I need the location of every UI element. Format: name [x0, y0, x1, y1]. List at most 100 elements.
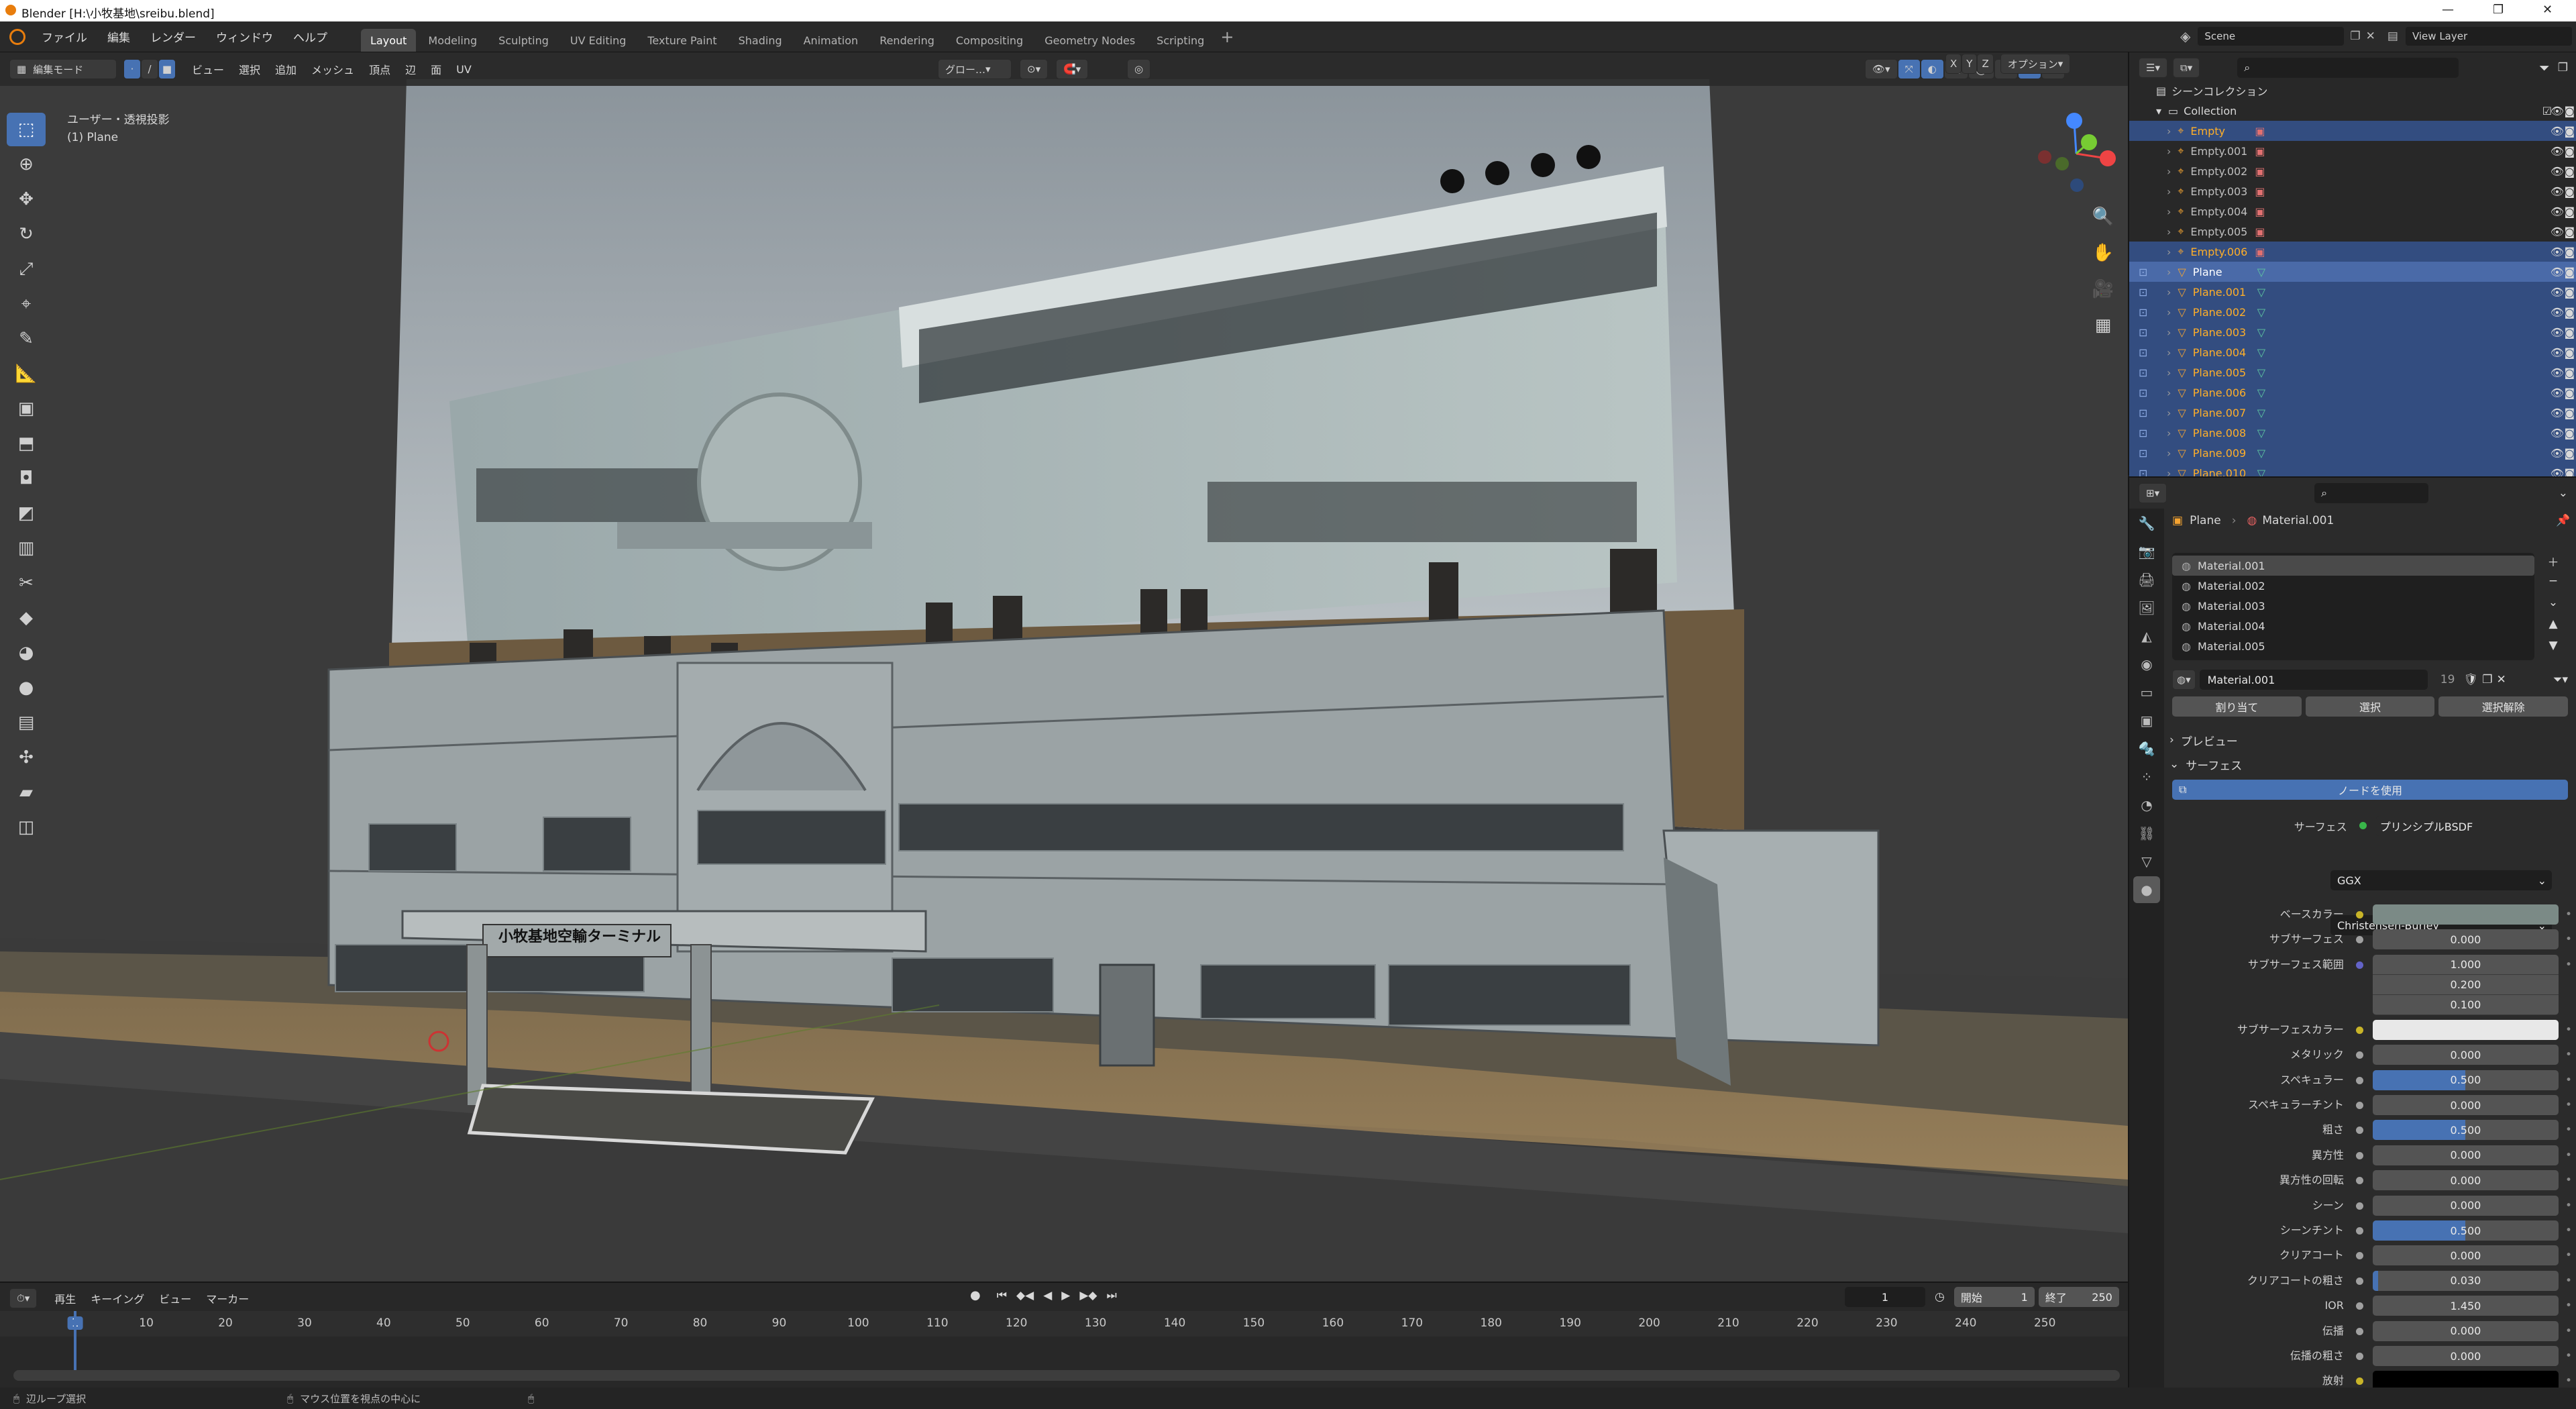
object-tab-icon[interactable]: ▣ [2133, 707, 2160, 734]
collection-row[interactable]: ▾ ▭ Collection ☑ 👁 ◙ [2129, 101, 2576, 121]
material-slot-item[interactable]: ◍ Material.004 [2172, 616, 2534, 636]
edit-mode-toggle-icon[interactable]: ⊡ [2139, 266, 2152, 278]
camera-render-icon[interactable]: ◙ [2564, 346, 2575, 359]
number-slider-field[interactable]: 0.000 [2372, 1195, 2559, 1216]
pin-icon[interactable]: 📌 [2556, 514, 2570, 527]
poly-build-icon[interactable]: ◆ [7, 601, 46, 635]
menu-item[interactable]: ヘルプ [293, 28, 327, 45]
number-slider-field[interactable]: 0.030 [2372, 1270, 2559, 1291]
menu-item[interactable]: ウィンドウ [216, 28, 273, 45]
current-frame-field[interactable]: 1 [1845, 1287, 1925, 1307]
camera-render-icon[interactable]: ◙ [2564, 246, 2575, 258]
use-nodes-button[interactable]: ⧉ ノードを使用 [2172, 780, 2568, 800]
color-swatch[interactable] [2372, 1019, 2559, 1040]
material-slot-item[interactable]: ◍ Material.001 [2172, 556, 2534, 576]
remove-slot-icon[interactable]: − [2540, 574, 2567, 596]
menu-item[interactable]: 編集 [107, 28, 130, 45]
edit-mode-toggle-icon[interactable]: ⊡ [2139, 346, 2152, 359]
workspace-tab[interactable]: Layout [361, 29, 417, 52]
viewport-menu-item[interactable]: 頂点 [369, 61, 390, 77]
expand-arrow-icon[interactable]: › [2167, 165, 2171, 178]
shear-icon[interactable]: ▰ [7, 776, 46, 809]
timeline-ruler[interactable]: 1102030405060708090100110120130140150160… [0, 1311, 2128, 1337]
scene-collection-row[interactable]: ▤ シーンコレクション [2129, 81, 2576, 101]
timeline-menu-item[interactable]: キーイング [91, 1290, 144, 1306]
expand-arrow-icon[interactable]: › [2167, 246, 2171, 258]
zoom-icon[interactable]: 🔍 [2086, 200, 2120, 233]
pan-hand-icon[interactable]: ✋ [2086, 236, 2120, 270]
visibility-eye-icon[interactable]: 👁 [2551, 205, 2564, 218]
timeline-menu-item[interactable]: 再生 [54, 1290, 76, 1306]
spin-icon[interactable]: ◕ [7, 636, 46, 670]
properties-options-icon[interactable]: ⌄ [2559, 486, 2568, 500]
outliner-item[interactable]: › ⌖ Empty.003 ▣ 👁 ◙ [2129, 181, 2576, 201]
unlink-material-icon[interactable]: ✕ [2496, 673, 2506, 686]
outliner-item[interactable]: ⊡ › ▽ Plane.007 ▽ 👁 ◙ [2129, 403, 2576, 423]
visibility-eye-icon[interactable]: 👁 [2551, 326, 2564, 339]
keyframe-dot-icon[interactable]: • [2565, 1196, 2572, 1216]
close-icon[interactable]: ✕ [2542, 3, 2553, 17]
distribution-dropdown[interactable]: GGX ⌄ [2330, 870, 2552, 890]
keyframe-dot-icon[interactable]: • [2565, 1170, 2572, 1190]
view-layer-tab-icon[interactable]: 🖼 [2133, 594, 2160, 621]
expand-arrow-icon[interactable]: › [2167, 407, 2171, 419]
play-reverse-icon[interactable]: ◀ [1043, 1289, 1052, 1302]
viewport-menu-item[interactable]: 面 [431, 61, 441, 77]
viewport-menu-item[interactable]: 追加 [275, 61, 297, 77]
expand-arrow-icon[interactable]: › [2167, 225, 2171, 238]
expand-arrow-icon[interactable]: › [2167, 306, 2171, 319]
gizmo-icon[interactable]: ⤧ [1897, 59, 1921, 79]
outliner-item[interactable]: ⊡ › ▽ Plane.004 ▽ 👁 ◙ [2129, 342, 2576, 362]
number-slider-field[interactable]: 0.500 [2372, 1120, 2559, 1141]
add-cube-icon[interactable]: ▣ [7, 392, 46, 425]
end-frame-field[interactable]: 終了 250 [2038, 1287, 2119, 1307]
properties-search-input[interactable]: ⌕ [2314, 483, 2429, 503]
number-slider-field[interactable]: 0.000 [2372, 929, 2559, 950]
outliner-item[interactable]: ⊡ › ▽ Plane ▽ 👁 ◙ [2129, 262, 2576, 282]
mirror-y-toggle[interactable]: Y [1962, 54, 1978, 74]
expand-arrow-icon[interactable]: › [2167, 366, 2171, 379]
camera-render-icon[interactable]: ◙ [2564, 185, 2575, 198]
image-data-icon[interactable]: ▣ [2255, 205, 2265, 218]
expand-arrow-icon[interactable]: › [2167, 125, 2171, 138]
deselect-button[interactable]: 選択解除 [2438, 696, 2569, 717]
viewport-menu-item[interactable]: 辺 [405, 61, 416, 77]
navigation-gizmo[interactable] [2033, 110, 2120, 197]
number-slider-field[interactable]: 1.450 [2372, 1296, 2559, 1316]
view-object-types-icon[interactable]: 👁▾ [1865, 59, 1898, 79]
keyframe-dot-icon[interactable]: • [2565, 929, 2572, 949]
start-frame-field[interactable]: 開始 1 [1953, 1287, 2035, 1307]
visibility-eye-icon[interactable]: 👁 [2551, 185, 2564, 198]
transform-icon[interactable]: ⌖ [7, 287, 46, 321]
visibility-eye-icon[interactable]: 👁 [2551, 386, 2564, 399]
outliner-item[interactable]: ⊡ › ▽ Plane.003 ▽ 👁 ◙ [2129, 322, 2576, 342]
camera-render-icon[interactable]: ◙ [2564, 225, 2575, 238]
visibility-eye-icon[interactable]: 👁 [2551, 225, 2564, 238]
mesh-data-icon[interactable]: ▽ [2257, 306, 2265, 319]
number-slider-field[interactable]: 0.500 [2372, 1069, 2559, 1090]
menu-item[interactable]: レンダー [150, 28, 196, 45]
transform-orientation[interactable]: グロー… ▾ [938, 59, 1012, 79]
surface-panel-header[interactable]: ⌄ サーフェス [2169, 754, 2572, 774]
mesh-data-icon[interactable]: ▽ [2257, 266, 2265, 278]
camera-render-icon[interactable]: ◙ [2564, 326, 2575, 339]
user-count[interactable]: 19 [2434, 673, 2461, 686]
mesh-data-icon[interactable]: ▽ [2257, 346, 2265, 359]
measure-icon[interactable]: 📐 [7, 357, 46, 390]
options-menu[interactable]: オプション ▾ [2000, 54, 2071, 74]
visibility-eye-icon[interactable]: 👁 [2551, 246, 2564, 258]
camera-render-icon[interactable]: ◙ [2564, 125, 2575, 138]
expand-arrow-icon[interactable]: › [2167, 447, 2171, 460]
edit-mode-toggle-icon[interactable]: ⊡ [2139, 306, 2152, 319]
rip-region-icon[interactable]: ◫ [7, 811, 46, 844]
outliner-editor-type-icon[interactable]: ☰▾ [2139, 58, 2167, 78]
keyframe-dot-icon[interactable]: • [2565, 904, 2572, 925]
blender-menu-icon[interactable] [9, 28, 25, 45]
particles-tab-icon[interactable]: ⁘ [2133, 764, 2160, 790]
playhead[interactable] [74, 1311, 76, 1378]
move-slot-down-icon[interactable]: ▼ [2540, 639, 2567, 660]
edit-mode-toggle-icon[interactable]: ⊡ [2139, 366, 2152, 379]
3d-viewport[interactable]: 小牧基地空輸ターミナル ▦ 編集モード · / ■ ビュー 選択 追加 メッシュ 頂点辺面… [0, 52, 2128, 1282]
keyframe-dot-icon[interactable]: • [2565, 1095, 2572, 1115]
camera-view-icon[interactable]: 🎥 [2086, 272, 2120, 306]
